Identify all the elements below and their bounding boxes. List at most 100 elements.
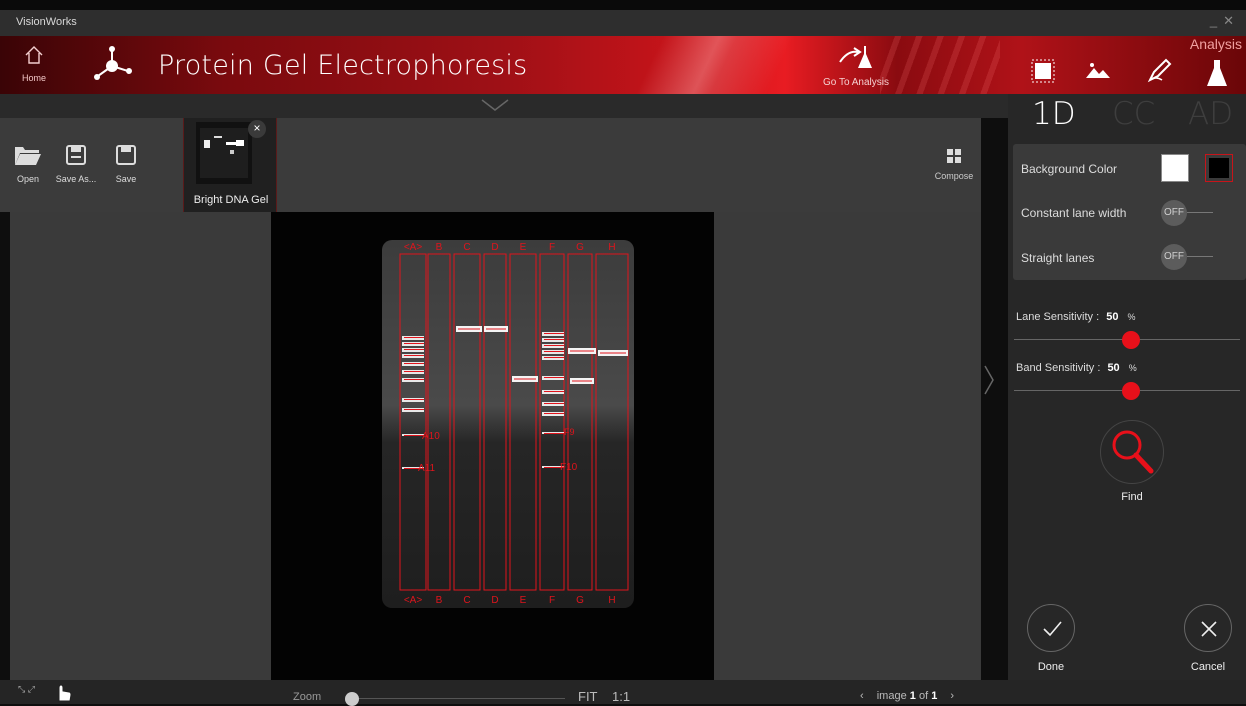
pager-current: 1 [909,690,916,702]
compose-label: Compose [934,171,974,181]
tab-ad[interactable]: AD [1188,96,1233,132]
analysis-panel: 1D CC AD Background Color Constant lane … [1008,94,1246,680]
percent-sign: % [1127,312,1136,322]
close-window-icon[interactable]: ✕ [1223,13,1240,28]
toggle-track [1187,212,1213,213]
lane-label-bottom: D [491,595,498,606]
file-toolbar: Open Save As... Save × Bright DNA Gel Co… [0,118,981,212]
band-label: A10 [422,431,440,442]
lane-label-top: D [491,242,498,253]
percent-sign: % [1128,363,1137,373]
lane-label-top: B [436,242,443,253]
header-tool-icons [1022,58,1242,88]
find-button[interactable] [1100,420,1164,484]
annotate-pen-icon[interactable] [1146,58,1176,88]
lane-label-top: C [463,242,470,253]
actual-size-button[interactable]: 1:1 [612,689,630,704]
pager-of: of [918,690,929,702]
constant-lane-width-toggle[interactable]: OFF [1161,200,1215,226]
lane-sensitivity-text: Lane Sensitivity : [1016,311,1100,323]
lane-label-bottom: H [608,595,615,606]
analysis-flask-icon[interactable] [1204,58,1234,88]
pager-total: 1 [931,690,938,702]
thumbnail-image [196,122,252,184]
app-name: VisionWorks [16,16,77,28]
analysis-tabs: 1D CC AD [1008,94,1246,140]
lane-label-bottom: F [549,595,555,606]
close-icon [1201,621,1217,637]
status-bar: ⤡ ⤢ Zoom FIT 1:1 ‹ image 1 of 1 › [0,680,1246,706]
lane-settings-box: Background Color Constant lane width OFF… [1013,144,1246,280]
fit-button[interactable]: FIT [578,689,598,704]
slider-thumb[interactable] [1122,382,1140,400]
chevron-down-icon[interactable] [480,96,510,114]
lane-label-bottom: <A> [404,595,423,606]
lane-sensitivity-label: Lane Sensitivity : 50 % [1016,311,1136,323]
cancel-button[interactable] [1184,604,1232,652]
fullscreen-icon[interactable]: ⤡ ⤢ [18,684,35,695]
straight-lanes-label: Straight lanes [1021,251,1095,265]
lane-label-bottom: B [436,595,443,606]
title-bar: VisionWorks _✕ [0,0,1246,36]
lane-label-bottom: G [576,595,584,606]
hand-cursor-icon [58,684,72,702]
save-as-icon [66,145,86,165]
lane-label-bottom: C [463,595,470,606]
window-controls[interactable]: _✕ [1210,13,1240,29]
slider-thumb[interactable] [1122,331,1140,349]
grid-icon [947,149,961,163]
lane-sensitivity-slider[interactable] [1014,331,1240,349]
done-label: Done [1037,661,1065,673]
magnifier-icon [1112,430,1154,474]
lane-label-top: E [520,242,527,253]
page-title: Protein Gel Electrophoresis [158,50,528,81]
lane-label-top: H [608,242,615,253]
app-header: Home Protein Gel Electrophoresis Go To A… [0,36,1246,94]
open-button[interactable]: Open [4,144,52,184]
home-label: Home [21,73,46,83]
checkmark-icon [1043,621,1062,637]
close-thumbnail-icon[interactable]: × [248,120,266,138]
tab-1d[interactable]: 1D [1032,96,1076,132]
analysis-section-label: Analysis [1189,36,1242,52]
background-color-label: Background Color [1021,162,1118,176]
gel-image[interactable]: <A> B C D E F G H <A> B C D E F G H A10 A11 F9 F10 [380,236,636,612]
image-adjust-icon[interactable] [1084,58,1114,88]
compose-button[interactable]: Compose [928,148,980,181]
folder-open-icon [15,147,41,165]
panel-expand-chevron-icon[interactable] [981,360,997,400]
toggle-knob: OFF [1161,244,1187,270]
lane-label-top: <A> [404,242,423,253]
band-label: A11 [418,463,435,474]
save-label: Save [115,174,137,184]
lane-label-top: G [576,242,584,253]
lane-sensitivity-value: 50 [1106,311,1119,323]
image-thumbnail[interactable]: × Bright DNA Gel [183,118,277,212]
zoom-slider-track[interactable] [350,698,565,699]
save-button[interactable]: Save [102,144,150,184]
save-as-label: Save As... [55,174,97,184]
background-white-swatch[interactable] [1161,154,1189,182]
select-region-icon[interactable] [1030,58,1060,88]
band-sensitivity-slider[interactable] [1014,382,1240,400]
image-pager: ‹ image 1 of 1 › [860,690,954,702]
home-icon [25,46,43,64]
save-as-button[interactable]: Save As... [52,144,100,184]
prev-image-icon[interactable]: ‹ [860,690,864,702]
save-icon [116,145,136,165]
toggle-knob: OFF [1161,200,1187,226]
flask-arrow-icon [839,46,872,68]
zoom-label: Zoom [293,691,322,703]
thumbnail-label: Bright DNA Gel [193,194,269,206]
tab-cc[interactable]: CC [1112,96,1155,132]
go-to-analysis-label: Go To Analysis [823,77,889,88]
band-label: F10 [560,462,578,473]
home-button[interactable]: Home [14,44,54,88]
go-to-analysis-button[interactable]: Go To Analysis [806,42,906,88]
done-button[interactable] [1027,604,1075,652]
straight-lanes-toggle[interactable]: OFF [1161,244,1215,270]
band-sensitivity-text: Band Sensitivity : [1016,362,1101,374]
next-image-icon[interactable]: › [950,690,954,702]
background-black-swatch[interactable] [1205,154,1233,182]
minimize-icon[interactable]: _ [1210,13,1223,28]
